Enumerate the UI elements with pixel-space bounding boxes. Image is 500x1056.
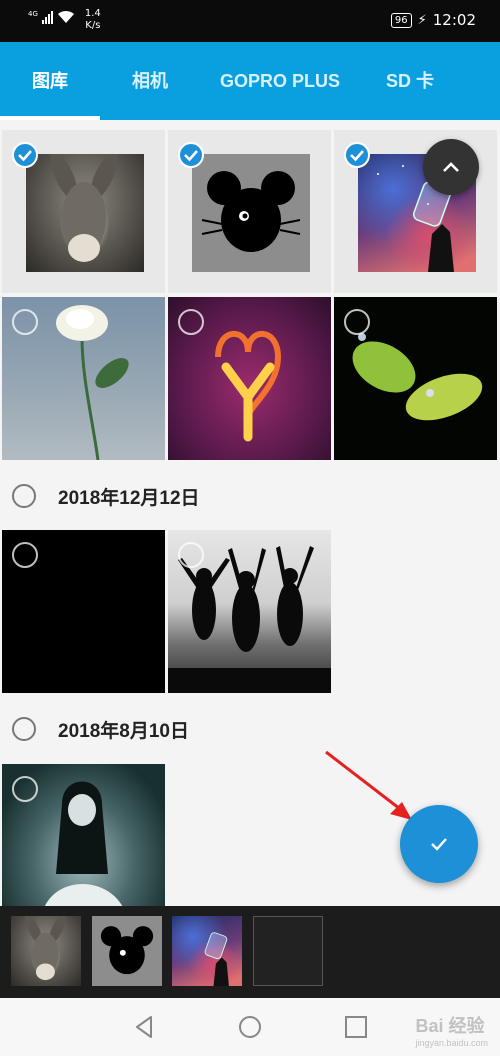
check-icon (350, 150, 364, 162)
home-icon[interactable] (235, 1012, 265, 1042)
network-speed: 1.4 K/s (85, 8, 101, 32)
source-tab-bar: 图库 相机 GOPRO PLUS SD 卡 (0, 42, 500, 120)
tab-sd-card[interactable]: SD 卡 (360, 42, 460, 120)
thumbnail-donkey[interactable] (2, 130, 165, 293)
chevron-up-icon (443, 162, 459, 172)
back-icon[interactable] (130, 1012, 160, 1042)
battery-icon: 96 (390, 12, 412, 28)
wifi-icon (57, 10, 74, 23)
checkbox-checked[interactable] (12, 142, 38, 168)
thumbnail-silhouettes[interactable] (168, 530, 331, 693)
photo-donkey (26, 152, 144, 272)
group-date-label: 2018年8月10日 (58, 720, 189, 742)
checkbox-unchecked[interactable] (344, 309, 370, 335)
speed-unit: K/s (85, 20, 101, 31)
watermark-sub: jingyan.baidu.com (415, 1038, 488, 1048)
photo-grid: 2018年12月12日 2018年8月10日 (0, 120, 500, 906)
tab-gallery[interactable]: 图库 (0, 42, 100, 120)
tray-item-mouse[interactable] (92, 916, 162, 986)
group-select-radio[interactable] (12, 717, 36, 741)
tab-gopro-plus[interactable]: GOPRO PLUS (212, 42, 348, 120)
thumbnail-white-rose[interactable] (2, 297, 165, 460)
recents-icon[interactable] (341, 1012, 371, 1042)
watermark: Bai 经验 jingyan.baidu.com (415, 1012, 488, 1048)
thumbnail-fire-heart[interactable] (168, 297, 331, 460)
check-icon (184, 150, 198, 162)
system-nav-bar: Bai 经验 jingyan.baidu.com (0, 998, 500, 1056)
signal-icon (41, 10, 53, 24)
status-bar: 4G 1.4 K/s 96 ⚡ 12:02 (0, 0, 500, 42)
checkbox-unchecked[interactable] (12, 542, 38, 568)
status-left: 4G 1.4 K/s (28, 8, 101, 32)
selected-photos-tray (0, 906, 500, 998)
network-type: 4G (28, 10, 38, 18)
charging-icon: ⚡ (417, 12, 427, 28)
date-group-header[interactable]: 2018年8月10日 (0, 701, 500, 757)
scroll-to-top-button[interactable] (423, 139, 479, 195)
date-group-header[interactable]: 2018年12月12日 (0, 468, 500, 524)
tray-item-galaxy-jar[interactable] (172, 916, 242, 986)
tray-empty-slot (253, 916, 323, 986)
tray-item-donkey[interactable] (11, 916, 81, 986)
checkbox-unchecked[interactable] (12, 776, 38, 802)
check-icon (431, 838, 447, 851)
checkbox-checked[interactable] (178, 142, 204, 168)
check-icon (18, 150, 32, 162)
watermark-text: Bai 经验 (415, 1016, 485, 1036)
group-date-label: 2018年12月12日 (58, 487, 200, 509)
thumbnail-ghost-girl[interactable] (2, 764, 165, 906)
checkbox-checked[interactable] (344, 142, 370, 168)
speed-value: 1.4 (84, 8, 101, 19)
photo-mouse (192, 154, 310, 272)
battery-level: 96 (394, 14, 408, 26)
app-screen: 4G 1.4 K/s 96 ⚡ 12:02 图库 相机 GOPRO PLUS S… (0, 0, 500, 1056)
checkbox-unchecked[interactable] (12, 309, 38, 335)
tab-camera[interactable]: 相机 (100, 42, 200, 120)
thumbnail-mouse[interactable] (168, 130, 331, 293)
arrow-annotation-icon (325, 750, 412, 820)
checkbox-unchecked[interactable] (178, 542, 204, 568)
status-right: 96 ⚡ 12:02 (390, 11, 476, 29)
thumbnail-green-leaves[interactable] (334, 297, 497, 460)
clock: 12:02 (432, 11, 476, 29)
confirm-selection-button[interactable] (400, 805, 478, 883)
checkbox-unchecked[interactable] (178, 309, 204, 335)
thumbnail-black-image[interactable] (2, 530, 165, 693)
group-select-radio[interactable] (12, 484, 36, 508)
